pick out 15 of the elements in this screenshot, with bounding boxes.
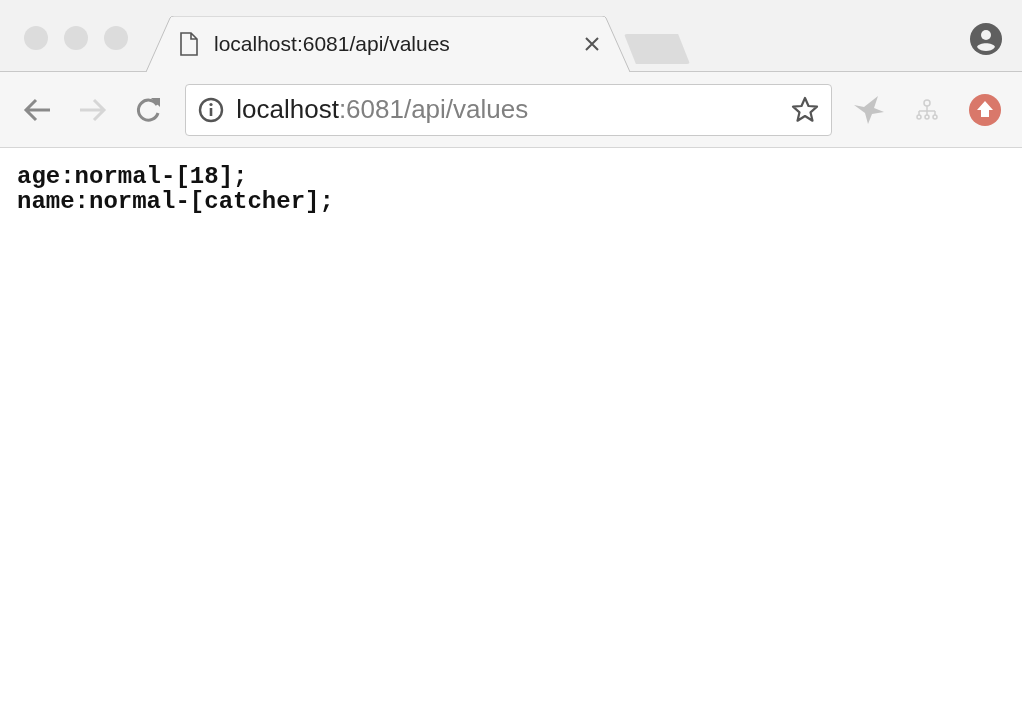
forward-arrow-icon bbox=[77, 96, 108, 123]
reload-icon bbox=[134, 95, 163, 124]
url-text: localhost:6081/api/values bbox=[236, 94, 530, 125]
info-icon[interactable] bbox=[198, 96, 225, 123]
star-icon[interactable] bbox=[791, 95, 819, 124]
document-icon bbox=[180, 32, 198, 56]
response-text-line: age:normal-[18]; bbox=[17, 164, 249, 189]
tab-title: localhost:6081/api/values bbox=[214, 32, 451, 56]
back-arrow-icon bbox=[21, 96, 52, 123]
upload-icon bbox=[969, 93, 1001, 126]
profile-icon[interactable] bbox=[970, 23, 1002, 55]
sitemap-icon bbox=[916, 98, 938, 121]
close-icon[interactable] bbox=[584, 36, 600, 52]
response-text-line: name:normal-[catcher]; bbox=[17, 189, 335, 214]
address-bar[interactable]: localhost:6081/api/values bbox=[185, 83, 832, 136]
